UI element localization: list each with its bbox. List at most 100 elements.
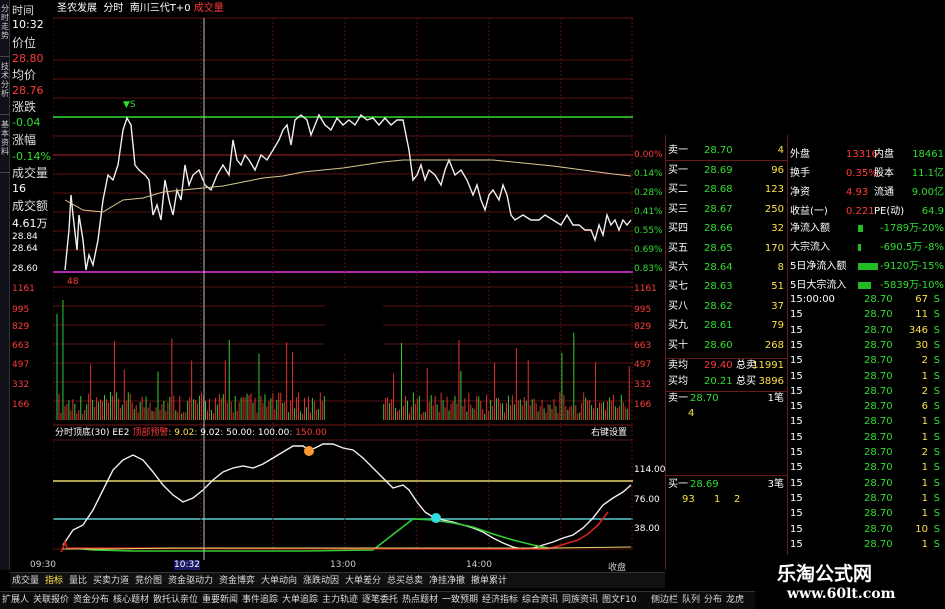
info-tab-11[interactable]: 一致预期 <box>442 594 478 607</box>
indicator-tab-12[interactable]: 撤单累计 <box>471 575 507 588</box>
flow-row-0: 净流入额 -1789万 -20% <box>790 223 944 234</box>
tab-intraday[interactable]: 分时走势 <box>0 2 10 57</box>
info-tab-8[interactable]: 主力轨迹 <box>322 594 358 607</box>
indicator-tab-0[interactable]: 成交量 <box>12 575 39 588</box>
tick-row[interactable]: 1528.701S <box>790 491 940 506</box>
buy-row-3[interactable]: 买三 28.67 250 <box>668 202 786 217</box>
vol-axis-6: 166 <box>12 400 30 410</box>
sell-row-1[interactable]: 卖一 28.70 4 <box>668 143 786 158</box>
info-tab-15[interactable]: 图文F10 <box>602 594 637 607</box>
osc-ee: EE2 <box>112 428 130 438</box>
indicator-tab-11[interactable]: 净挂净撤 <box>429 575 465 588</box>
avg-value: 28.76 <box>12 84 44 97</box>
osc-line-red <box>60 511 609 553</box>
vol-axis-r2: 829 <box>634 322 652 332</box>
info-tab-3[interactable]: 核心题材 <box>113 594 149 607</box>
axis-left-3: 28.64 <box>12 244 38 254</box>
indicator-tab-3[interactable]: 买卖力道 <box>93 575 129 588</box>
tick-row[interactable]: 15 28.70 2 S <box>790 353 940 368</box>
info-tab-1[interactable]: 关联报价 <box>33 594 69 607</box>
buy-row-4[interactable]: 买四 28.66 32 <box>668 221 786 236</box>
buy-row-7[interactable]: 买七 28.63 51 <box>668 279 786 294</box>
buy-row-10[interactable]: 买十 28.60 268 <box>668 338 786 353</box>
info-tab-0[interactable]: 扩展人 <box>2 594 29 607</box>
volume-title: 成交量 <box>193 3 224 14</box>
buy-row-6[interactable]: 买六 28.64 8 <box>668 260 786 275</box>
osc-bottom-dot <box>431 513 441 523</box>
sell1-queue-detail: 4 <box>688 408 695 419</box>
info-tab-19[interactable]: 龙虎 <box>726 594 744 607</box>
info-tab-14[interactable]: 同族资讯 <box>562 594 598 607</box>
vol-axis-r6: 166 <box>634 400 652 410</box>
indicator-tab-5[interactable]: 资金驱动力 <box>168 575 213 588</box>
vol-axis-0: 1161 <box>12 284 35 294</box>
tick-row[interactable]: 15 28.70 346 S <box>790 323 940 338</box>
buy-row-9[interactable]: 买九 28.61 79 <box>668 318 786 333</box>
indicator-tab-4[interactable]: 竞价图 <box>135 575 162 588</box>
info-tab-7[interactable]: 大单追踪 <box>282 594 318 607</box>
indicator-tab-6[interactable]: 资金博弈 <box>219 575 255 588</box>
info-tab-17[interactable]: 队列 <box>682 594 700 607</box>
tick-row[interactable]: 1528.701S <box>790 476 940 491</box>
info-tab-5[interactable]: 重要新闻 <box>202 594 238 607</box>
indicator-tab-10[interactable]: 总买总卖 <box>387 575 423 588</box>
pct-label: 涨幅 <box>12 133 37 147</box>
vol-value: 16 <box>12 182 26 195</box>
tick-row[interactable]: 1528.701S <box>790 430 940 445</box>
info-tab-16[interactable]: 侧边栏 <box>651 594 678 607</box>
watermark-logo: 乐淘公式网 www.60lt.com <box>755 555 945 609</box>
osc-v3: 50.00 <box>226 428 252 438</box>
osc-v5: 150.00 <box>295 428 327 438</box>
time-tick-1400: 14:00 <box>466 560 492 570</box>
indicator-tab-7[interactable]: 大单动向 <box>261 575 297 588</box>
stat-row-1: 换手 0.35% 股本 11.1亿 <box>790 168 944 179</box>
time-tick-cursor: 10:32 <box>174 560 200 570</box>
flow-bar-1 <box>858 244 861 251</box>
info-tab-6[interactable]: 事件追踪 <box>242 594 278 607</box>
time-label: 时间 <box>12 4 34 17</box>
tick-row[interactable]: 1528.701S <box>790 537 940 552</box>
osc-name: 分时顶底(30) <box>55 428 110 438</box>
info-tab-9[interactable]: 逐笔委托 <box>362 594 398 607</box>
info-tab-4[interactable]: 散托认亲位 <box>153 594 198 607</box>
osc-settings-link[interactable]: 右键设置 <box>591 426 627 440</box>
chart-title-bar: 圣农发展 分时 南川三代T+0 成交量 <box>53 0 633 18</box>
buy-row-8[interactable]: 买八 28.62 37 <box>668 299 786 314</box>
indicator-tab-1[interactable]: 指标 <box>45 575 63 588</box>
flow-bar-2 <box>858 263 878 270</box>
pct-axis-2: 0.28% <box>634 188 663 198</box>
chart-grid <box>53 17 633 550</box>
tick-row[interactable]: 1528.701S <box>790 414 940 429</box>
tick-row[interactable]: 15 28.70 11 S <box>790 307 940 322</box>
tick-row[interactable]: 15 28.70 2 S <box>790 445 940 460</box>
info-tab-13[interactable]: 综合资讯 <box>522 594 558 607</box>
buy-row-5[interactable]: 买五 28.65 170 <box>668 241 786 256</box>
info-tab-18[interactable]: 分布 <box>704 594 722 607</box>
indicator-tab-2[interactable]: 量比 <box>69 575 87 588</box>
osc-line-white <box>62 443 632 550</box>
intraday-chart[interactable]: ▼S 48 <box>53 0 633 560</box>
tab-technical[interactable]: 技术分析 <box>0 60 10 115</box>
indicator-tab-8[interactable]: 涨跌动因 <box>303 575 339 588</box>
info-tab-12[interactable]: 经济指标 <box>482 594 518 607</box>
vol-axis-r3: 663 <box>634 341 652 351</box>
tick-row[interactable]: 15 28.70 30 S <box>790 338 940 353</box>
tick-list[interactable]: 15:00:00 28.70 67 S 15 28.70 11 S 15 28.70 346 S 15 2… <box>787 290 945 570</box>
pct-axis-5: 0.69% <box>634 245 663 255</box>
tick-row[interactable]: 1528.701S <box>790 506 940 521</box>
buy-row-1[interactable]: 买一 28.69 96 <box>668 163 786 178</box>
tick-row[interactable]: 15 28.70 10 S <box>790 522 940 537</box>
indicator-tab-9[interactable]: 大单差分 <box>345 575 381 588</box>
buy-row-2[interactable]: 买二 28.68 123 <box>668 182 786 197</box>
info-tab-10[interactable]: 热点题材 <box>402 594 438 607</box>
pct-axis-0: 0.00% <box>634 150 663 160</box>
tick-row[interactable]: 15 28.70 6 S <box>790 399 940 414</box>
top-signal-marker: ▼S <box>123 100 136 110</box>
tick-row[interactable]: 1528.701S <box>790 369 940 384</box>
tick-row[interactable]: 15 28.70 2 S <box>790 384 940 399</box>
info-tab-2[interactable]: 资金分布 <box>73 594 109 607</box>
tick-row[interactable]: 1528.701S <box>790 460 940 475</box>
osc-line-green <box>72 518 549 552</box>
tick-row[interactable]: 15:00:00 28.70 67 S <box>790 292 940 307</box>
tab-fundamentals[interactable]: 基本资料 <box>0 118 10 173</box>
